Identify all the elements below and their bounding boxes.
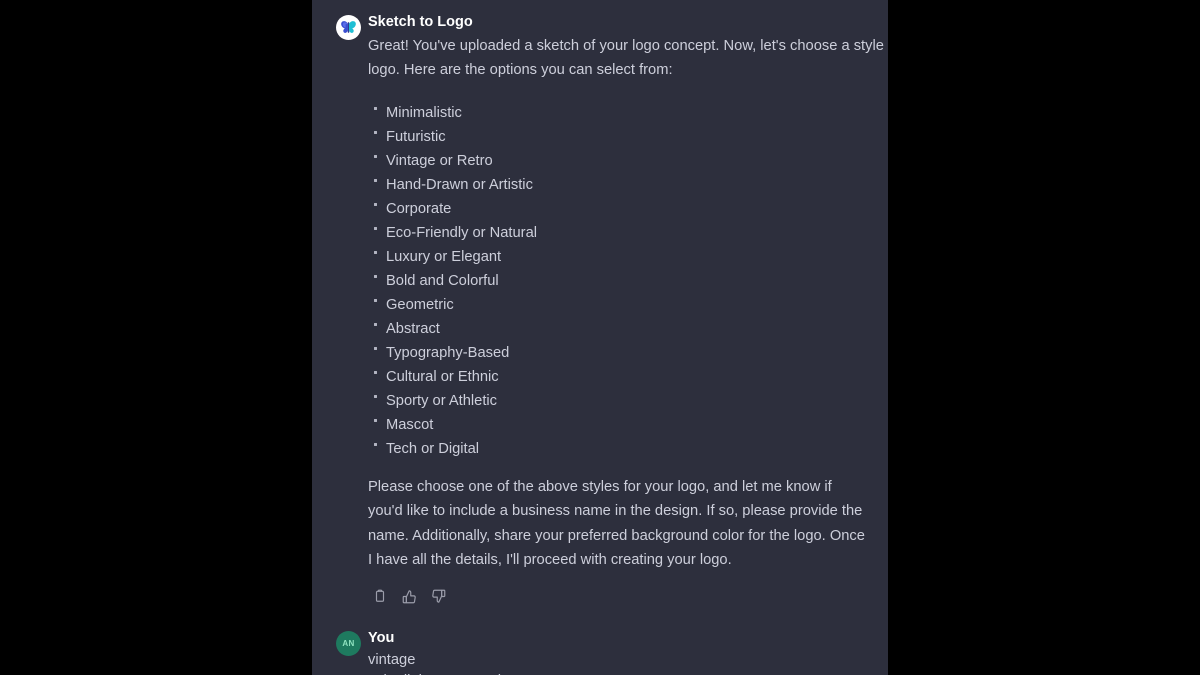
bullet-icon xyxy=(374,202,377,206)
list-item: Vintage or Retro xyxy=(368,149,888,173)
chat-panel: Sketch to Logo Great! You've uploaded a … xyxy=(312,0,888,675)
bullet-icon xyxy=(374,394,377,398)
butterfly-icon xyxy=(336,15,361,40)
style-option-label: Corporate xyxy=(386,200,452,217)
list-item: Sporty or Athletic xyxy=(368,389,888,413)
avatar-initials: AN xyxy=(342,639,355,649)
bullet-icon xyxy=(374,106,377,110)
assistant-sender-name: Sketch to Logo xyxy=(368,14,473,30)
list-item: Tech or Digital xyxy=(368,437,888,461)
style-option-label: Geometric xyxy=(386,296,454,313)
list-item: Geometric xyxy=(368,293,888,317)
list-item: Abstract xyxy=(368,317,888,341)
list-item: Typography-Based xyxy=(368,341,888,365)
list-item: Eco-Friendly or Natural xyxy=(368,221,888,245)
list-item: Cultural or Ethnic xyxy=(368,365,888,389)
style-option-label: Vintage or Retro xyxy=(386,152,493,169)
style-option-label: Mascot xyxy=(386,416,434,433)
bullet-icon xyxy=(374,298,377,302)
list-item: Futuristic xyxy=(368,125,888,149)
thumbs-up-icon[interactable] xyxy=(399,586,419,606)
style-option-label: Hand-Drawn or Artistic xyxy=(386,176,533,193)
thumbs-down-icon[interactable] xyxy=(428,586,448,606)
bullet-icon xyxy=(374,130,377,134)
bullet-icon xyxy=(374,370,377,374)
bullet-icon xyxy=(374,346,377,350)
bullet-icon xyxy=(374,178,377,182)
conversation-thread: Sketch to Logo Great! You've uploaded a … xyxy=(312,0,888,675)
style-option-label: Luxury or Elegant xyxy=(386,248,502,265)
user-sender-name: You xyxy=(368,630,395,647)
list-item: Hand-Drawn or Artistic xyxy=(368,173,888,197)
list-item: Luxury or Elegant xyxy=(368,245,888,269)
assistant-closing-paragraph: Please choose one of the above styles fo… xyxy=(368,478,865,569)
assistant-intro-line-2: logo. Here are the options you can selec… xyxy=(368,62,673,79)
list-item: Bold and Colorful xyxy=(368,269,888,293)
bullet-icon xyxy=(374,418,377,422)
copy-icon[interactable] xyxy=(370,586,390,606)
user-message: AN You vintage color light green and ora… xyxy=(312,628,888,675)
avatar: AN xyxy=(336,631,361,657)
bullet-icon xyxy=(374,322,377,326)
bullet-icon xyxy=(374,154,377,158)
style-option-label: Typography-Based xyxy=(386,344,510,361)
style-option-label: Bold and Colorful xyxy=(386,272,499,289)
user-message-line-2: color light green and orange xyxy=(368,671,888,675)
style-option-label: Minimalistic xyxy=(386,104,462,121)
assistant-intro-line-1: Great! You've uploaded a sketch of your … xyxy=(368,38,888,54)
bullet-icon xyxy=(374,442,377,446)
message-actions xyxy=(368,586,888,606)
style-option-label: Futuristic xyxy=(386,128,446,145)
style-option-label: Cultural or Ethnic xyxy=(386,368,499,385)
bullet-icon xyxy=(374,274,377,278)
list-item: Minimalistic xyxy=(368,101,888,125)
list-item: Corporate xyxy=(368,197,888,221)
screen-root: Sketch to Logo Great! You've uploaded a … xyxy=(0,0,1200,675)
assistant-message: Sketch to Logo Great! You've uploaded a … xyxy=(312,12,888,606)
bullet-icon xyxy=(374,226,377,230)
style-option-label: Eco-Friendly or Natural xyxy=(386,224,538,241)
style-option-label: Sporty or Athletic xyxy=(386,392,498,409)
list-item: Mascot xyxy=(368,413,888,437)
bullet-icon xyxy=(374,250,377,254)
user-message-line-1: vintage xyxy=(368,652,416,669)
style-options-list: Minimalistic Futuristic Vintage or Retro… xyxy=(368,101,888,461)
style-option-label: Tech or Digital xyxy=(386,440,480,457)
style-option-label: Abstract xyxy=(386,320,440,337)
